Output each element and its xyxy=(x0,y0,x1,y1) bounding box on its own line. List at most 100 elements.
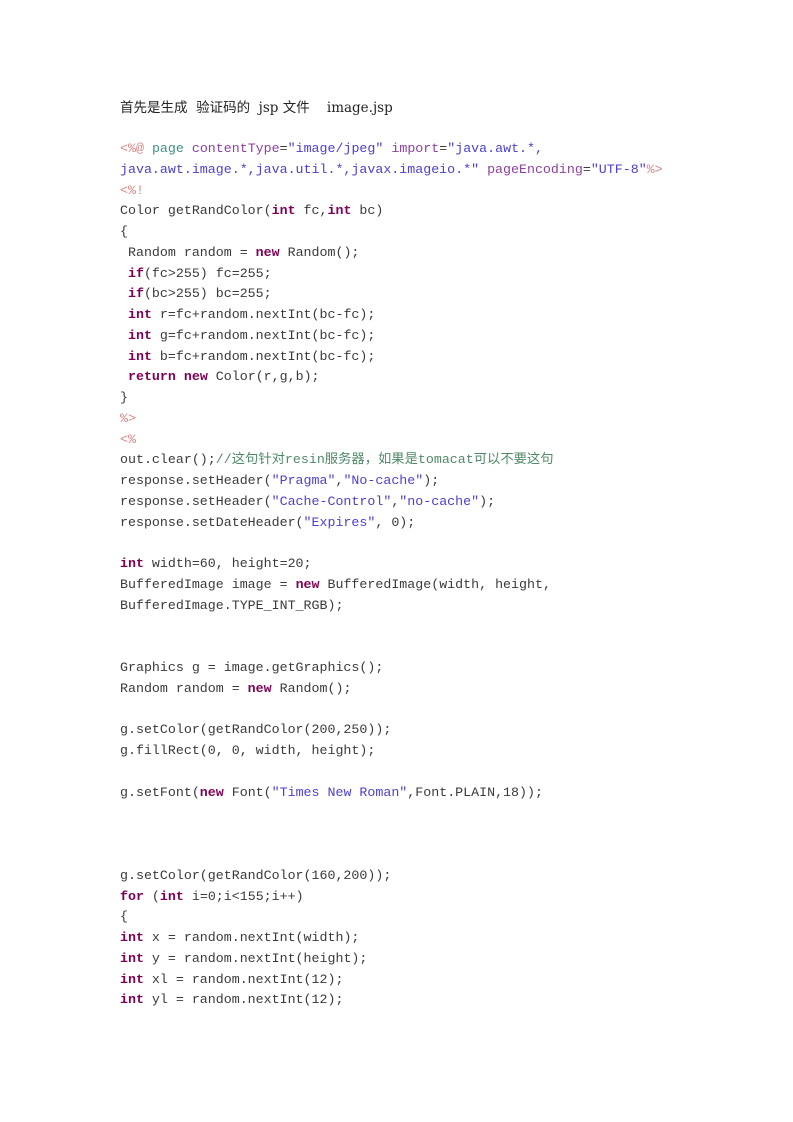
code-token: { xyxy=(120,224,128,240)
comment-token: //这句针对resin服务器，如果是tomacat可以不要这句 xyxy=(215,452,554,468)
code-line: { xyxy=(120,907,663,928)
code-token: r=fc+random.nextInt(bc-fc); xyxy=(151,307,376,323)
string-token: "no-cache" xyxy=(399,494,480,510)
code-token: ); xyxy=(423,473,440,489)
code-token: xl = random.nextInt(12); xyxy=(143,971,344,987)
string-token: "Pragma" xyxy=(271,473,336,489)
code-line: g.fillRect(0, 0, width, height); xyxy=(120,741,663,762)
code-line: return new Color(r,g,b); xyxy=(120,367,663,388)
code-line: Random random = new Random(); xyxy=(120,243,663,264)
code-token: g.setFont( xyxy=(120,784,200,800)
code-line: java.awt.image.*,java.util.*,javax.image… xyxy=(120,160,663,181)
code-line: int b=fc+random.nextInt(bc-fc); xyxy=(120,347,663,368)
code-line: { xyxy=(120,222,663,243)
code-token: ); xyxy=(479,494,496,510)
code-token: bc) xyxy=(351,203,384,219)
code-token: x = random.nextInt(width); xyxy=(143,930,360,946)
keyword-token: int xyxy=(127,327,152,343)
code-token: Random random = xyxy=(120,680,248,696)
code-token: out.clear(); xyxy=(120,452,216,468)
keyword-token: int xyxy=(120,930,144,946)
code-line: <% xyxy=(120,430,663,451)
code-line: <%! xyxy=(120,181,663,202)
jsp-tag-token: %> xyxy=(120,410,136,426)
code-line: int xl = random.nextInt(12); xyxy=(120,970,663,991)
code-token: width=60, height=20; xyxy=(143,556,312,572)
keyword-token: int xyxy=(120,992,144,1008)
keyword-token: int xyxy=(127,348,152,364)
document-heading: 首先是生成 验证码的 jsp 文件 image.jsp xyxy=(120,100,393,116)
code-line: } xyxy=(120,388,663,409)
code-token: = xyxy=(582,161,591,177)
keyword-token: int xyxy=(120,971,144,987)
string-token: "image/jpeg" xyxy=(287,141,384,156)
code-token: b=fc+random.nextInt(bc-fc); xyxy=(151,348,376,364)
code-token: Random(); xyxy=(279,244,360,260)
code-line: int yl = random.nextInt(12); xyxy=(120,990,663,1011)
code-token: BufferedImage(width, height, xyxy=(319,577,551,593)
code-token: ,Font.PLAIN,18)); xyxy=(407,784,543,800)
code-line: response.setHeader("Pragma","No-cache"); xyxy=(120,471,663,492)
string-token: "Cache-Control" xyxy=(271,494,392,510)
code-line: for (int i=0;i<155;i++) xyxy=(120,887,663,908)
string-token: "No-cache" xyxy=(343,473,424,489)
code-line: out.clear();//这句针对resin服务器，如果是tomacat可以不… xyxy=(120,450,663,471)
code-token: g.setColor(getRandColor(200,250)); xyxy=(120,722,392,738)
keyword-token: new xyxy=(295,577,320,593)
string-token: java.awt.image.*,java.util.*,javax.image… xyxy=(120,161,480,177)
attribute-token: import xyxy=(391,141,440,156)
keyword-token: int xyxy=(120,556,144,572)
code-block: <%@ page contentType = "image/jpeg" import… xyxy=(120,139,663,1011)
code-line: if(fc>255) fc=255; xyxy=(120,264,663,285)
code-line: %> xyxy=(120,409,663,430)
string-token: "Times New Roman" xyxy=(271,784,408,800)
keyword-token: int xyxy=(271,203,296,219)
keyword-token: new xyxy=(247,680,272,696)
code-token: ( xyxy=(143,888,160,904)
attribute-token: contentType xyxy=(191,141,280,156)
code-token: i=0;i<155;i++) xyxy=(183,888,304,904)
code-token: } xyxy=(120,390,128,406)
code-line: Color getRandColor(int fc,int bc) xyxy=(120,201,663,222)
code-token: , 0); xyxy=(375,514,416,530)
code-token: Color getRandColor( xyxy=(120,203,272,219)
code-token: fc, xyxy=(295,203,328,219)
jsp-tag-token: <%@ xyxy=(120,141,144,156)
code-line: BufferedImage.TYPE_INT_RGB); xyxy=(120,596,663,617)
code-line: response.setHeader("Cache-Control","no-c… xyxy=(120,492,663,513)
jsp-tag-token: <% xyxy=(120,431,136,447)
code-token: response.setDateHeader( xyxy=(120,514,304,530)
code-token: Font( xyxy=(223,784,272,800)
code-line: Random random = new Random(); xyxy=(120,679,663,700)
directive-token: page xyxy=(151,141,184,156)
code-token: g.setColor(getRandColor(160,200)); xyxy=(120,867,392,883)
keyword-token: for xyxy=(120,888,144,904)
code-token: BufferedImage.TYPE_INT_RGB); xyxy=(120,597,344,613)
code-line: if(bc>255) bc=255; xyxy=(120,284,663,305)
jsp-tag-token: %> xyxy=(646,161,663,177)
code-line: int y = random.nextInt(height); xyxy=(120,949,663,970)
keyword-token: return xyxy=(127,369,176,385)
string-token: "java.awt.*, xyxy=(447,141,543,156)
code-token: Random random = xyxy=(120,244,256,260)
code-line: g.setColor(getRandColor(160,200)); xyxy=(120,866,663,887)
code-line: int r=fc+random.nextInt(bc-fc); xyxy=(120,305,663,326)
code-line: response.setDateHeader("Expires", 0); xyxy=(120,513,663,534)
keyword-token: int xyxy=(127,307,152,323)
keyword-token: int xyxy=(120,950,144,966)
code-token: BufferedImage image = xyxy=(120,577,296,593)
